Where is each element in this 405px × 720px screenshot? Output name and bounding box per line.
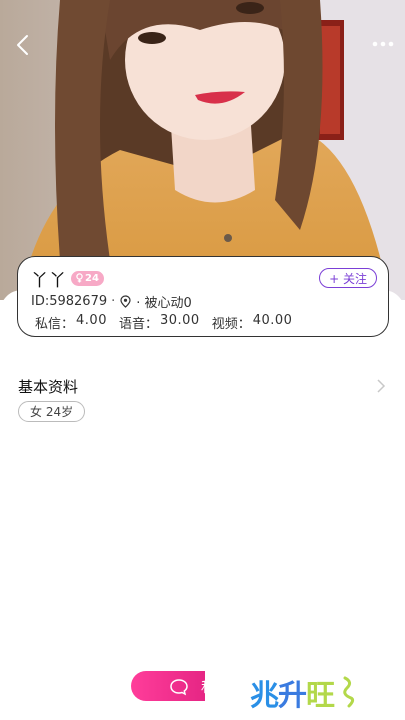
watermark-logo: 兆升旺 <box>250 678 335 712</box>
back-button[interactable] <box>10 32 36 58</box>
age-badge: 24 <box>71 270 104 286</box>
location-pin-icon <box>120 294 131 308</box>
content-sheet <box>0 290 405 720</box>
nickname: 丫丫 <box>31 270 67 291</box>
price-label-video: 视频： <box>211 317 251 332</box>
watermark-swirl-icon <box>343 676 355 708</box>
profile-photo <box>0 0 405 300</box>
more-dots-icon <box>372 41 394 47</box>
chat-bubble-icon <box>170 679 188 696</box>
liked-count: · 被心动0 <box>136 295 192 311</box>
price-label-message: 私信： <box>35 317 75 332</box>
chevron-right-icon <box>377 379 386 393</box>
female-icon <box>76 273 83 283</box>
separator: · <box>111 293 116 309</box>
user-id: ID:5982679 <box>31 293 108 309</box>
basic-info-chevron[interactable] <box>375 378 387 394</box>
profile-card: 丫丫 24 + 关注 ID:5982679 · · 被心动0 私信： 4.00 … <box>17 256 389 337</box>
price-label-voice: 语音： <box>118 317 158 332</box>
age-value: 24 <box>85 272 99 284</box>
price-value-voice: 30.00 <box>159 313 200 328</box>
price-list: 私信： 4.00 语音： 30.00 视频： 40.00 <box>31 313 375 332</box>
back-arrow-icon <box>17 35 28 55</box>
basic-info-title: 基本资料 <box>18 378 79 396</box>
follow-button[interactable]: + 关注 <box>319 268 377 288</box>
more-button[interactable] <box>371 36 395 52</box>
price-value-message: 4.00 <box>76 313 107 328</box>
gender-age-tag: 女 24岁 <box>18 401 86 422</box>
price-value-video: 40.00 <box>252 313 293 328</box>
